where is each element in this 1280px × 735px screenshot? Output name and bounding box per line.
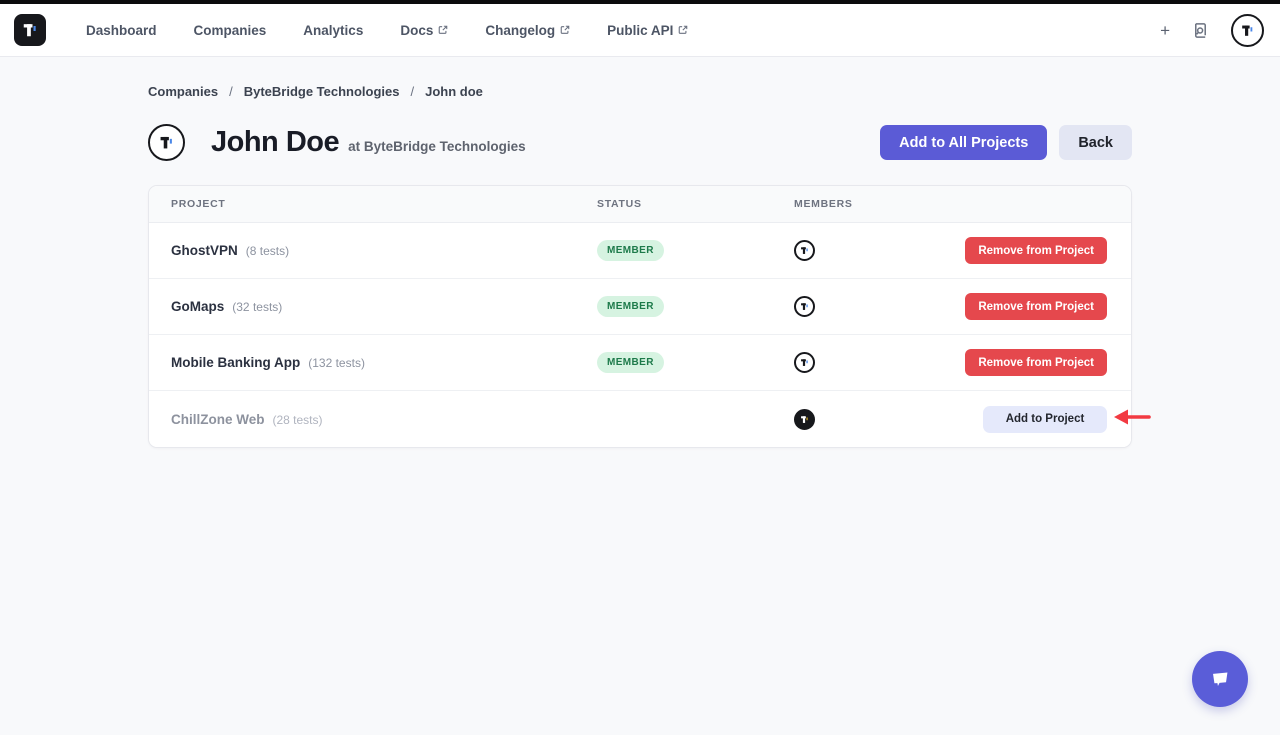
- navbar-right: +: [1160, 14, 1264, 47]
- project-name: GoMaps: [171, 299, 224, 314]
- page-header: John Doe at ByteBridge Technologies Add …: [148, 124, 1132, 161]
- breadcrumb-companies[interactable]: Companies: [148, 84, 218, 99]
- add-to-all-projects-button[interactable]: Add to All Projects: [880, 125, 1047, 160]
- action-cell: Remove from Project: [965, 349, 1107, 376]
- nav-item-public-api[interactable]: Public API: [607, 23, 688, 38]
- nav-item-docs[interactable]: Docs: [400, 23, 448, 38]
- remove-from-project-button[interactable]: Remove from Project: [965, 349, 1107, 376]
- project-cell: GoMaps (32 tests): [171, 299, 597, 314]
- doc-search-icon[interactable]: [1192, 22, 1209, 39]
- nav-item-companies[interactable]: Companies: [194, 23, 267, 38]
- project-name: Mobile Banking App: [171, 355, 300, 370]
- brand-t-icon-dark: [799, 414, 810, 425]
- back-button[interactable]: Back: [1059, 125, 1132, 160]
- member-avatar: [794, 296, 815, 317]
- table-row-mobile-banking-app: Mobile Banking App (132 tests) MEMBER Re…: [149, 335, 1131, 391]
- members-cell: [794, 352, 965, 373]
- external-link-icon: [560, 25, 570, 35]
- action-cell: Add to Project: [983, 406, 1107, 433]
- navbar: Dashboard Companies Analytics Docs Chang…: [0, 4, 1280, 57]
- user-avatar[interactable]: [1231, 14, 1264, 47]
- project-test-count: (28 tests): [273, 413, 323, 427]
- breadcrumb-company[interactable]: ByteBridge Technologies: [244, 84, 400, 99]
- brand-t-icon: [799, 301, 810, 312]
- add-icon[interactable]: +: [1160, 22, 1170, 39]
- main-nav: Dashboard Companies Analytics Docs Chang…: [86, 23, 688, 38]
- column-header-status: STATUS: [597, 198, 794, 210]
- brand-t-icon: [20, 20, 40, 40]
- status-cell: MEMBER: [597, 352, 794, 373]
- nav-item-dashboard[interactable]: Dashboard: [86, 23, 157, 38]
- nav-item-changelog[interactable]: Changelog: [485, 23, 570, 38]
- table-row-chillzone-web: ChillZone Web (28 tests) Add to Project: [149, 391, 1131, 447]
- project-cell: GhostVPN (8 tests): [171, 243, 597, 258]
- table-header-row: PROJECT STATUS MEMBERS: [149, 186, 1131, 223]
- brand-t-icon: [1239, 22, 1256, 39]
- project-name: GhostVPN: [171, 243, 238, 258]
- status-cell: MEMBER: [597, 296, 794, 317]
- page-title: John Doe: [211, 126, 339, 159]
- nav-item-analytics[interactable]: Analytics: [303, 23, 363, 38]
- member-status-badge: MEMBER: [597, 240, 664, 261]
- member-status-badge: MEMBER: [597, 296, 664, 317]
- chat-bubble-icon: [1207, 666, 1233, 692]
- remove-from-project-button[interactable]: Remove from Project: [965, 293, 1107, 320]
- add-to-project-button[interactable]: Add to Project: [983, 406, 1107, 433]
- project-test-count: (8 tests): [246, 244, 289, 258]
- member-status-badge: MEMBER: [597, 352, 664, 373]
- breadcrumb: Companies / ByteBridge Technologies / Jo…: [148, 84, 1132, 99]
- breadcrumb-separator: /: [229, 84, 233, 99]
- page-actions: Add to All Projects Back: [880, 125, 1132, 160]
- external-link-icon: [678, 25, 688, 35]
- page-subtitle: at ByteBridge Technologies: [348, 131, 526, 154]
- project-test-count: (132 tests): [308, 356, 365, 370]
- project-cell: Mobile Banking App (132 tests): [171, 355, 597, 370]
- chat-widget-button[interactable]: [1192, 651, 1248, 707]
- project-cell: ChillZone Web (28 tests): [171, 412, 597, 427]
- brand-t-icon: [157, 133, 176, 152]
- members-cell: [794, 296, 965, 317]
- member-avatar: [794, 240, 815, 261]
- action-cell: Remove from Project: [965, 237, 1107, 264]
- members-cell: [794, 409, 983, 430]
- project-logo-avatar: [794, 409, 815, 430]
- column-header-project: PROJECT: [171, 198, 597, 210]
- breadcrumb-current: John doe: [425, 84, 483, 99]
- column-header-members: MEMBERS: [794, 198, 1107, 210]
- action-cell: Remove from Project: [965, 293, 1107, 320]
- table-row-ghostvpn: GhostVPN (8 tests) MEMBER Remove from Pr…: [149, 223, 1131, 279]
- person-avatar: [148, 124, 185, 161]
- brand-t-icon: [799, 357, 810, 368]
- external-link-icon: [438, 25, 448, 35]
- main-content: Companies / ByteBridge Technologies / Jo…: [148, 84, 1132, 448]
- table-row-gomaps: GoMaps (32 tests) MEMBER Remove from Pro…: [149, 279, 1131, 335]
- status-cell: MEMBER: [597, 240, 794, 261]
- brand-logo[interactable]: [14, 14, 46, 46]
- members-cell: [794, 240, 965, 261]
- project-test-count: (32 tests): [232, 300, 282, 314]
- member-avatar: [794, 352, 815, 373]
- projects-table: PROJECT STATUS MEMBERS GhostVPN (8 tests…: [148, 185, 1132, 448]
- project-name: ChillZone Web: [171, 412, 265, 427]
- breadcrumb-separator: /: [411, 84, 415, 99]
- brand-t-icon: [799, 245, 810, 256]
- remove-from-project-button[interactable]: Remove from Project: [965, 237, 1107, 264]
